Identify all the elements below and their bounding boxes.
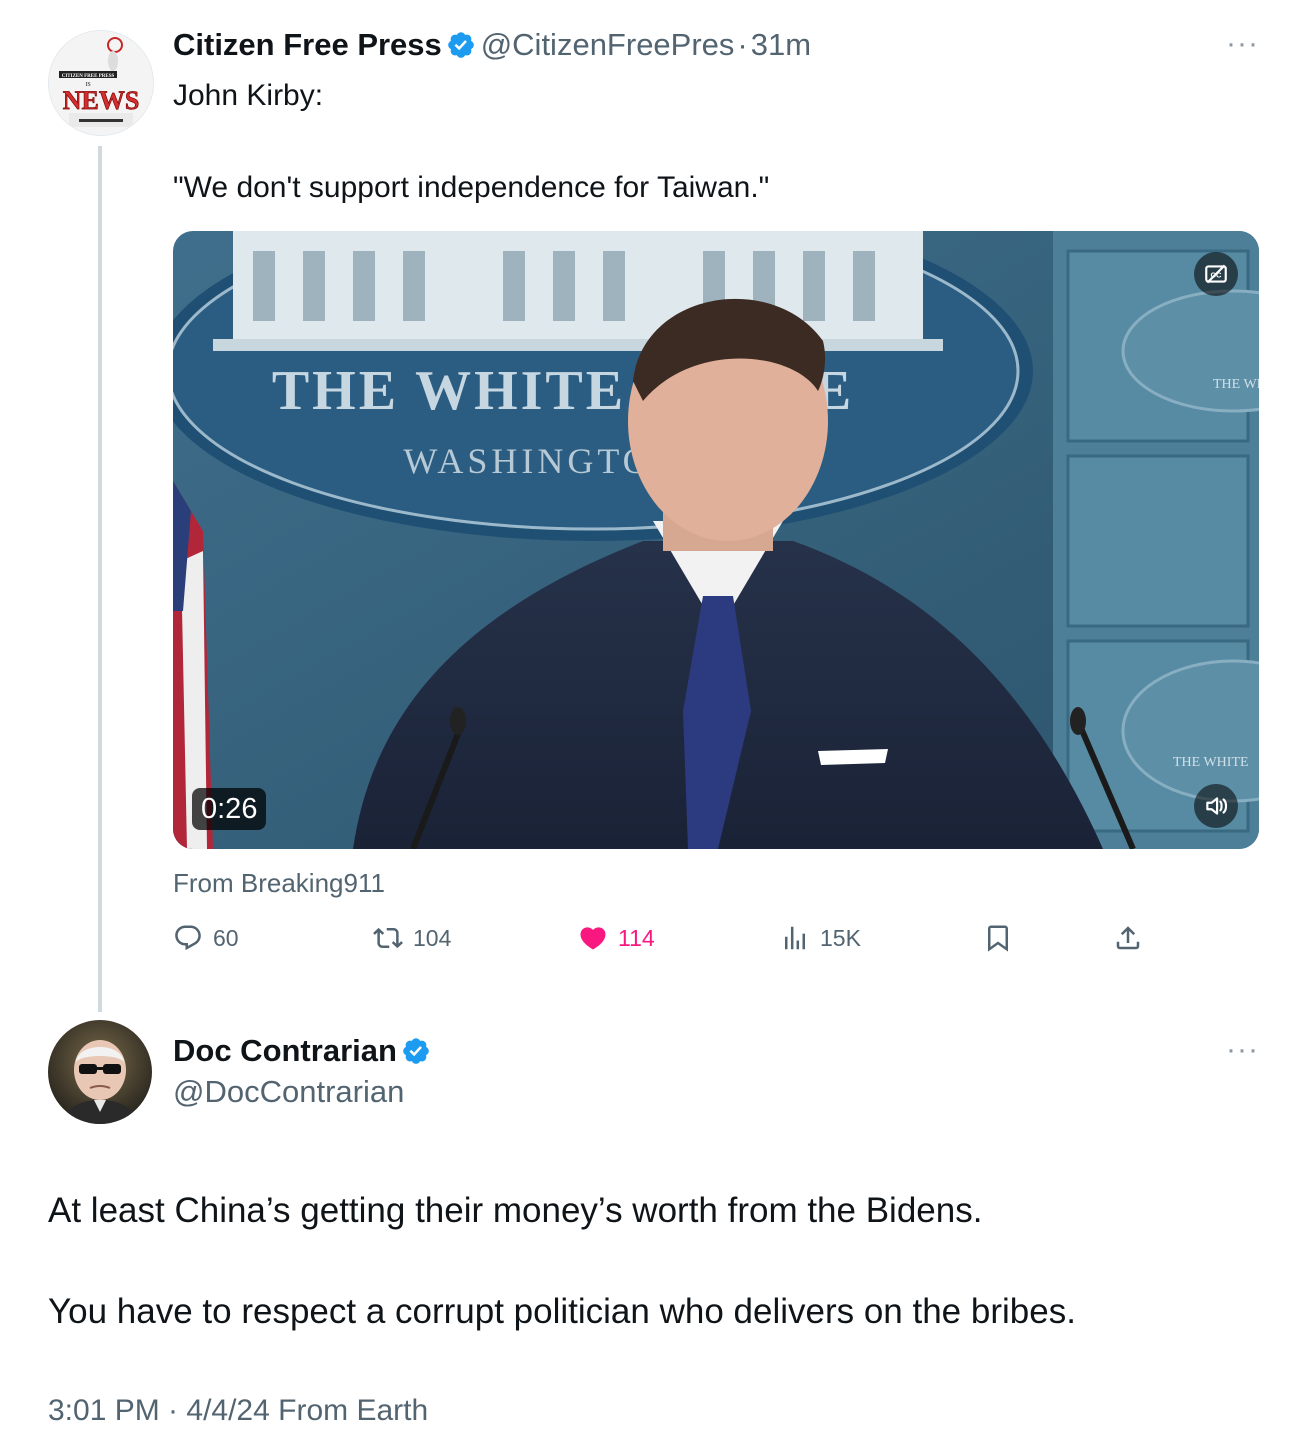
repost-count: 104 (413, 924, 452, 951)
views-chart-icon (785, 926, 805, 950)
tweet-video[interactable]: THE WHITE HOUSE WASHINGTON THE WHITE THE… (173, 231, 1259, 849)
views-count: 15K (820, 924, 861, 951)
video-side-seal-top: THE WHITE (1213, 377, 1259, 392)
video-side-seal-bottom: THE WHITE (1173, 755, 1249, 770)
views-button[interactable]: 15K (780, 923, 861, 953)
main-tweet-meta[interactable]: 3:01 PM · 4/4/24 From Earth (48, 1394, 428, 1428)
share-button[interactable] (1113, 923, 1143, 953)
like-button[interactable]: 114 (578, 923, 655, 953)
avatar-text-top: CITIZEN FREE PRESS (62, 74, 115, 79)
author-name[interactable]: Doc Contrarian (173, 1033, 397, 1068)
captions-off-icon: CC (1205, 264, 1227, 284)
avatar-doc-contrarian[interactable] (48, 1020, 152, 1124)
volume-toggle-button[interactable] (1194, 784, 1238, 828)
thread-connector-line (98, 146, 102, 1012)
author-handle[interactable]: @CitizenFreePres (481, 27, 735, 62)
video-frame: THE WHITE HOUSE WASHINGTON THE WHITE THE… (173, 231, 1259, 849)
author-handle[interactable]: @DocContrarian (173, 1074, 431, 1110)
avatar-text-news: NEWS (63, 86, 140, 115)
repost-button[interactable]: 104 (373, 923, 451, 953)
speaker-icon (1206, 797, 1228, 815)
tweet-time[interactable]: 31m (751, 27, 811, 62)
time-separator: · (737, 27, 748, 62)
avatar-logo-image: CITIZEN FREE PRESS IS NEWS (49, 31, 153, 135)
reply-icon (175, 925, 201, 951)
video-duration-badge: 0:26 (192, 788, 267, 830)
repost-icon (373, 927, 403, 949)
quoted-tweet-header: Citizen Free Press @CitizenFreePres·31m (173, 27, 811, 63)
reply-button[interactable]: 60 (173, 923, 239, 953)
main-tweet-author-block: Doc Contrarian @DocContrarian (173, 1033, 431, 1110)
bookmark-button[interactable] (983, 923, 1013, 953)
video-duration: 0:26 (201, 793, 258, 825)
heart-filled-icon (580, 927, 606, 950)
captions-toggle-button[interactable]: CC (1194, 252, 1238, 296)
media-source-label[interactable]: From Breaking911 (173, 868, 385, 899)
main-tweet-paragraph2: You have to respect a corrupt politician… (48, 1292, 1076, 1331)
avatar-portrait-image (48, 1020, 152, 1124)
avatar-citizen-free-press[interactable]: CITIZEN FREE PRESS IS NEWS (48, 30, 154, 136)
quoted-tweet-line2: "We don't support independence for Taiwa… (173, 171, 770, 204)
bookmark-icon (988, 925, 1008, 952)
verified-badge-icon[interactable] (446, 30, 476, 60)
quoted-tweet-line1: John Kirby: (173, 79, 324, 112)
verified-badge-icon[interactable] (401, 1036, 431, 1066)
main-tweet-paragraph1: At least China’s getting their money’s w… (48, 1191, 983, 1230)
reply-count: 60 (213, 924, 239, 951)
main-more-options-button[interactable]: ··· (1226, 1035, 1259, 1065)
quoted-more-options-button[interactable]: ··· (1226, 29, 1259, 59)
author-name[interactable]: Citizen Free Press (173, 27, 442, 62)
share-icon (1116, 926, 1140, 950)
like-count: 114 (618, 924, 655, 951)
